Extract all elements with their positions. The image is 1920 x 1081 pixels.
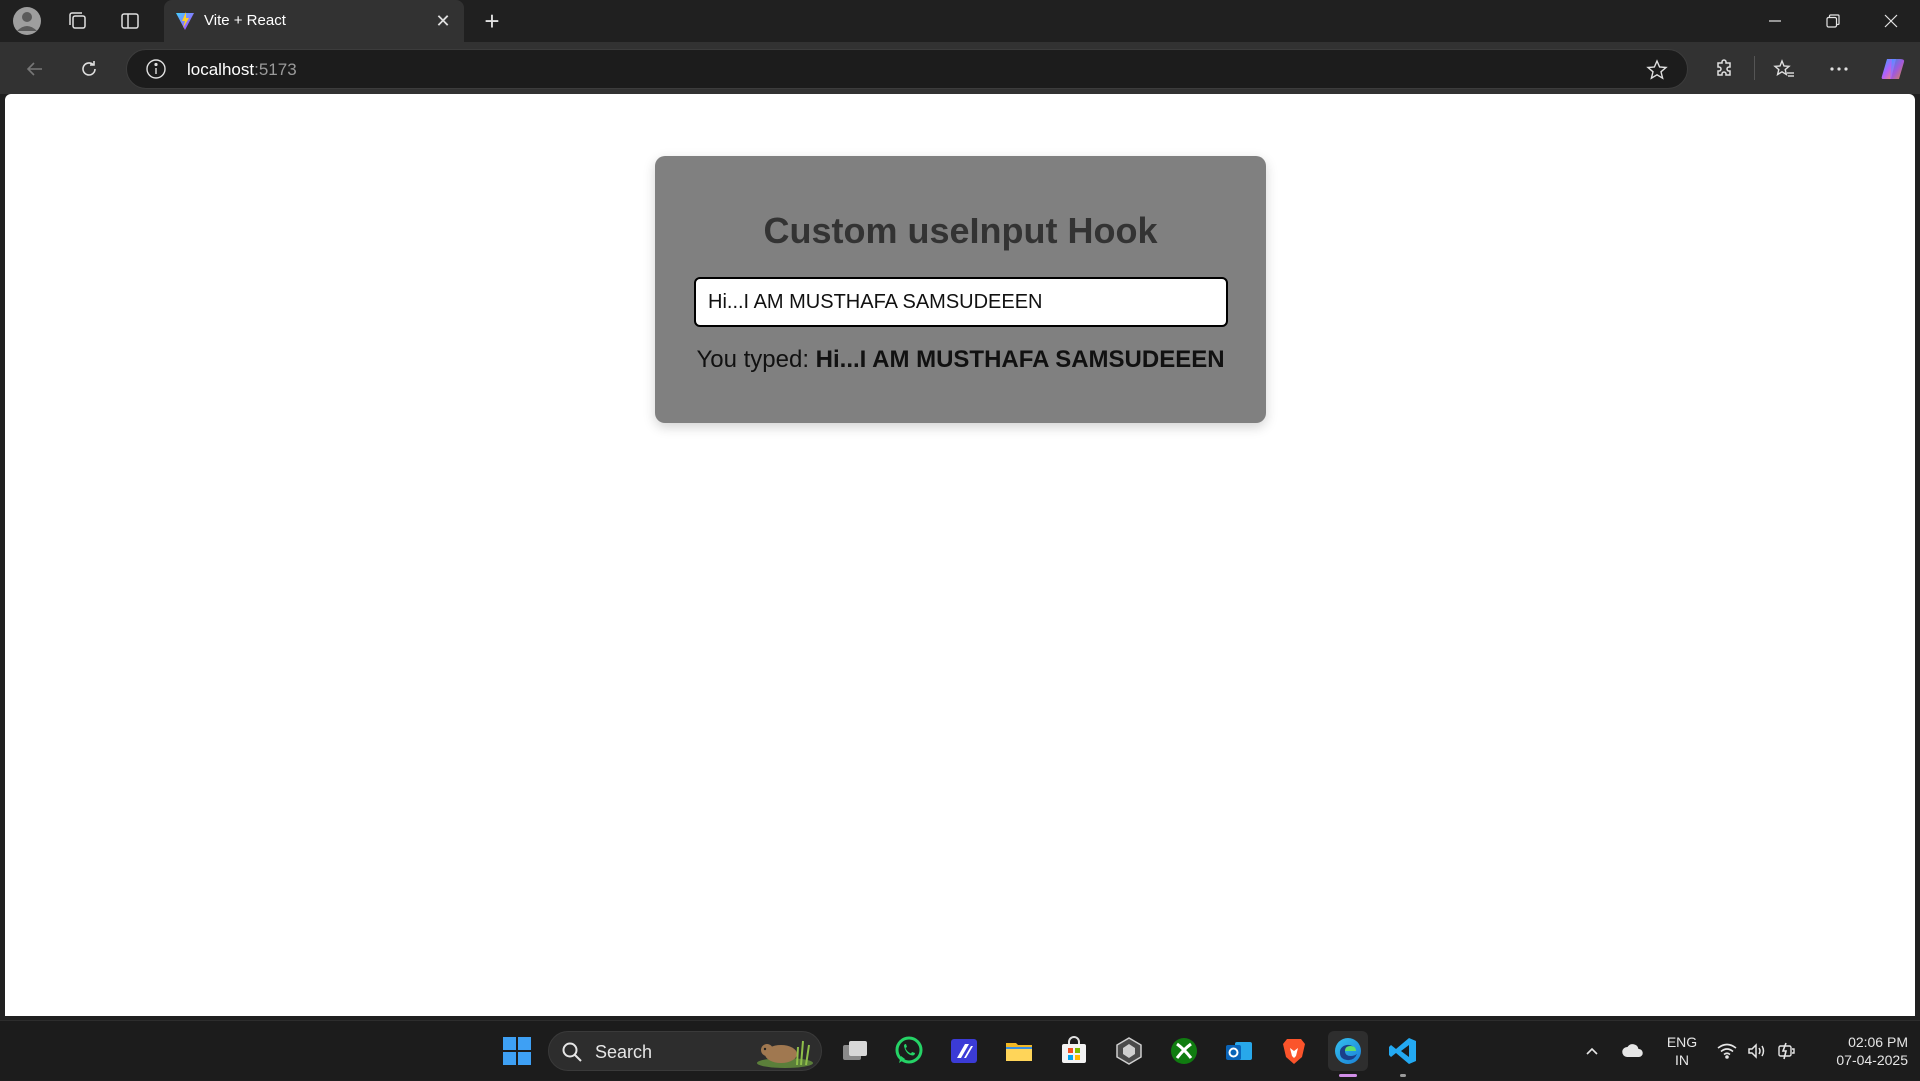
text-input[interactable] <box>694 277 1228 327</box>
language-region: IN <box>1675 1052 1689 1068</box>
start-icon[interactable] <box>497 1031 537 1071</box>
show-hidden-icons-chevron-icon[interactable] <box>1580 1021 1604 1081</box>
taskbar: Search ENG IN 02:06 PM 07-04-2025 <box>0 1020 1920 1080</box>
url-port: :5173 <box>254 60 297 79</box>
vite-logo-icon <box>174 10 196 32</box>
tab-vite-react[interactable]: Vite + React ✕ <box>164 0 464 42</box>
vscode-icon[interactable] <box>1383 1031 1423 1077</box>
task-view-icon[interactable] <box>835 1031 875 1071</box>
typed-label: You typed: <box>696 346 809 373</box>
restore-button[interactable] <box>1804 0 1862 42</box>
back-button[interactable] <box>18 52 52 86</box>
taskbar-search[interactable]: Search <box>548 1031 822 1071</box>
workspaces-icon[interactable] <box>62 5 94 37</box>
outlook-icon[interactable] <box>1219 1031 1259 1071</box>
more-options-icon[interactable] <box>1822 52 1856 86</box>
favorite-star-icon[interactable] <box>1645 58 1669 82</box>
powertoys-icon[interactable] <box>944 1031 984 1071</box>
clock-date: 07-04-2025 <box>1836 1052 1908 1068</box>
file-explorer-icon[interactable] <box>999 1031 1039 1071</box>
wifi-icon[interactable] <box>1714 1021 1740 1081</box>
whatsapp-icon[interactable] <box>889 1031 929 1071</box>
onedrive-icon[interactable] <box>1618 1021 1648 1081</box>
site-info-icon[interactable] <box>145 58 167 80</box>
copilot-icon[interactable] <box>1876 52 1910 86</box>
brave-icon[interactable] <box>1274 1031 1314 1071</box>
page-title: Custom useInput Hook <box>763 210 1158 251</box>
page-viewport: Custom useInput Hook You typed: Hi...I A… <box>5 94 1915 1016</box>
volume-icon[interactable] <box>1744 1021 1770 1081</box>
url-host: localhost <box>187 60 255 79</box>
battery-charging-icon[interactable] <box>1774 1021 1800 1081</box>
toolbar-divider <box>1754 56 1755 80</box>
search-label: Search <box>595 1042 653 1062</box>
language-code: ENG <box>1666 1034 1698 1050</box>
active-app-indicator <box>1339 1074 1357 1077</box>
running-app-indicator <box>1400 1074 1406 1077</box>
tab-close-icon[interactable]: ✕ <box>430 8 456 34</box>
edge-icon[interactable] <box>1328 1031 1368 1077</box>
new-tab-button[interactable]: + <box>476 5 508 37</box>
system-clock[interactable]: 02:06 PM 07-04-2025 <box>1808 1033 1908 1069</box>
microsoft-store-icon[interactable] <box>1054 1031 1094 1071</box>
tab-title: Vite + React <box>204 12 286 29</box>
typed-output: You typed: Hi...I AM MUSTHAFA SAMSUDEEEN <box>655 346 1266 374</box>
browser-toolbar: localhost:5173 <box>0 42 1920 94</box>
minimize-button[interactable] <box>1746 0 1804 42</box>
language-indicator[interactable]: ENG IN <box>1660 1033 1704 1069</box>
tab-strip: Vite + React ✕ + <box>0 0 1920 42</box>
vertical-tabs-icon[interactable] <box>114 5 146 37</box>
hook-demo-card: Custom useInput Hook You typed: Hi...I A… <box>655 156 1266 423</box>
profile-icon[interactable] <box>11 5 43 37</box>
xbox-icon[interactable] <box>1164 1031 1204 1071</box>
typed-value: Hi...I AM MUSTHAFA SAMSUDEEEN <box>815 346 1225 373</box>
close-window-button[interactable] <box>1862 0 1920 42</box>
unity-icon[interactable] <box>1109 1031 1149 1071</box>
refresh-button[interactable] <box>72 52 106 86</box>
browser-window: Vite + React ✕ + localhost:5173 Custom u… <box>0 0 1920 1080</box>
extensions-icon[interactable] <box>1708 52 1742 86</box>
favorites-icon[interactable] <box>1767 52 1801 86</box>
address-bar[interactable]: localhost:5173 <box>126 49 1688 89</box>
search-highlight-illustration-icon <box>753 1035 817 1069</box>
url-text: localhost:5173 <box>187 60 297 80</box>
search-icon <box>561 1041 583 1063</box>
clock-time: 02:06 PM <box>1848 1034 1908 1050</box>
